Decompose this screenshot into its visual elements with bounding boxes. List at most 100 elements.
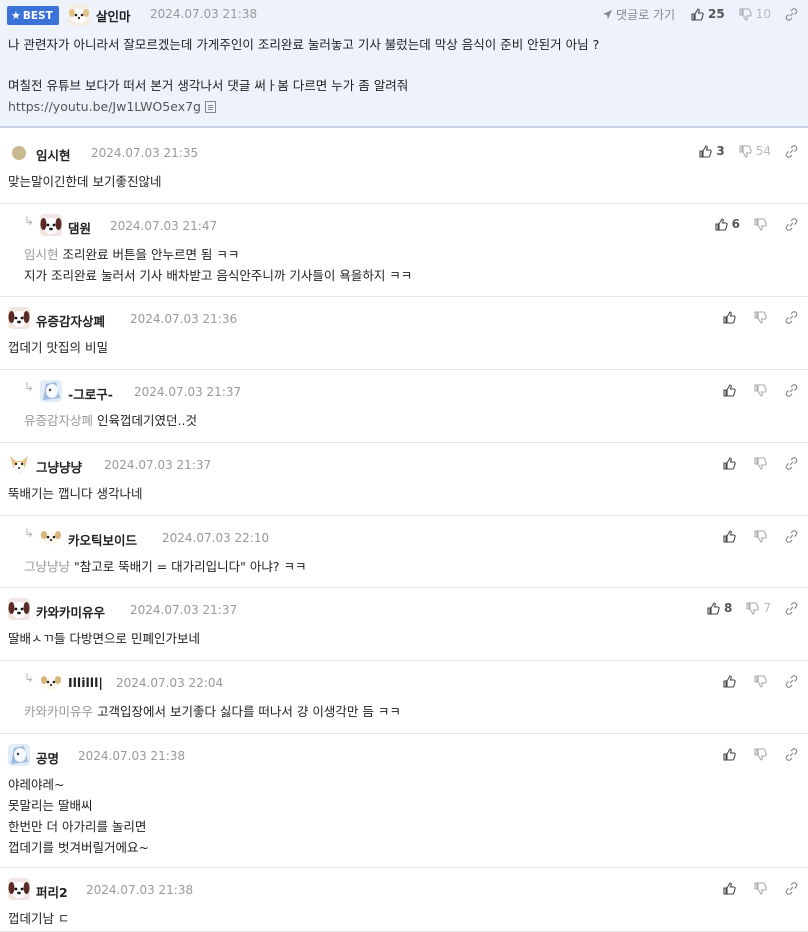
youtube-link[interactable]: https://youtu.be/Jw1LWO5ex7g: [8, 99, 201, 114]
mention-nick[interactable]: 임시현: [24, 247, 59, 262]
upvote-button[interactable]: [723, 747, 740, 761]
thumbs-down-icon: [754, 881, 767, 895]
author-nick[interactable]: Illilll|: [68, 675, 103, 690]
comment-body: 임시현 조리완료 버튼을 안누르면 됨 ㅋㅋ 지가 조리완료 눌러서 기사 배차받고…: [24, 247, 413, 283]
author-nick[interactable]: 그냥냥냥: [36, 457, 82, 476]
avatar[interactable]: [40, 671, 62, 693]
comment-body: 껍데기 맛집의 비밀: [8, 340, 108, 355]
thumbs-down-icon: [739, 144, 752, 158]
thumbs-down-icon: [746, 601, 760, 615]
reply-arrow-icon: ↳: [24, 526, 35, 540]
avatar[interactable]: [40, 526, 62, 548]
avatar[interactable]: [40, 380, 62, 402]
upvote-button[interactable]: [723, 456, 740, 470]
author-nick[interactable]: 유증감자상폐: [36, 311, 105, 330]
avatar[interactable]: [68, 4, 90, 26]
avatar[interactable]: [8, 744, 30, 766]
thumbs-down-icon: [739, 7, 752, 21]
comment-time: 2024.07.03 21:36: [130, 312, 238, 326]
downvote-button[interactable]: [754, 881, 771, 895]
comment-body: 껍데기남 ㄷ: [8, 911, 70, 926]
upvote-button[interactable]: 25: [691, 7, 725, 21]
comment-body: 나 관련자가 아니라서 잘모르겠는데 가게주인이 조리완료 눌러놓고 기사 불렀…: [8, 37, 600, 114]
share-link-button[interactable]: [785, 310, 798, 324]
avatar[interactable]: [8, 598, 30, 620]
share-link-button[interactable]: [785, 217, 798, 231]
upvote-button[interactable]: [723, 881, 740, 895]
comment-body: 딸배ㅅㄲ들 다방면으로 민폐인가보네: [8, 631, 200, 646]
reply-comment: ↳ 카오틱보이드 2024.07.03 22:10 그냥냥냥 "참고로 뚝배기 = 대가…: [0, 516, 808, 588]
author-nick[interactable]: 공명: [36, 748, 59, 767]
thumbs-down-icon: [754, 456, 767, 470]
upvote-button[interactable]: [723, 529, 740, 543]
link-icon: [785, 881, 798, 895]
comment-body: 유증감자상폐 인육껍데기였던..것: [24, 413, 197, 428]
downvote-button[interactable]: 54: [739, 144, 771, 158]
link-icon: [785, 529, 798, 543]
upvote-button[interactable]: [723, 383, 740, 397]
comment-body: 야레야레~ 못말리는 딸배씨 한번만 더 아가리를 놀리면 껍데기를 벗겨버릴거에요~: [8, 777, 149, 855]
author-nick[interactable]: 카오틱보이드: [68, 530, 137, 549]
avatar[interactable]: [40, 214, 62, 236]
share-link-button[interactable]: [785, 456, 798, 470]
upvote-button[interactable]: [723, 310, 740, 324]
comment: 퍼리2 2024.07.03 21:38 껍데기남 ㄷ: [0, 868, 808, 932]
downvote-button[interactable]: [754, 310, 771, 324]
goto-comment-link[interactable]: 댓글로 가기: [602, 6, 675, 23]
share-link-button[interactable]: [785, 601, 798, 615]
comment-time: 2024.07.03 21:37: [104, 458, 212, 472]
share-link-button[interactable]: [785, 529, 798, 543]
downvote-button[interactable]: [754, 456, 771, 470]
author-nick[interactable]: 살인마: [96, 6, 131, 25]
reply-arrow-icon: ↳: [24, 671, 35, 685]
author-nick[interactable]: 임시현: [36, 145, 71, 164]
avatar[interactable]: [8, 141, 30, 163]
comment-time: 2024.07.03 21:38: [78, 749, 186, 763]
share-link-button[interactable]: [785, 144, 798, 158]
mention-nick[interactable]: 카와카미유우: [24, 704, 93, 719]
downvote-button[interactable]: 10: [739, 7, 771, 21]
comment-body: 뚝배기는 깹니다 생각나네: [8, 486, 143, 501]
downvote-button[interactable]: [754, 674, 771, 688]
author-nick[interactable]: 댐원: [68, 218, 91, 237]
mention-nick[interactable]: 유증감자상폐: [24, 413, 93, 428]
document-icon[interactable]: [205, 101, 216, 113]
share-link-button[interactable]: [785, 383, 798, 397]
downvote-button[interactable]: [754, 217, 771, 231]
comment-time: 2024.07.03 21:37: [130, 603, 238, 617]
share-link-button[interactable]: [785, 7, 798, 21]
downvote-button[interactable]: 7: [746, 601, 771, 615]
thumbs-down-icon: [754, 529, 767, 543]
thumbs-up-icon: [715, 217, 728, 231]
reply-comment: ↳ Illilll| 2024.07.03 22:04 카와카미유우 고객입장에서 보기…: [0, 661, 808, 734]
upvote-button[interactable]: [723, 674, 740, 688]
downvote-button[interactable]: [754, 529, 771, 543]
mention-nick[interactable]: 그냥냥냥: [24, 559, 70, 574]
comment-body: 그냥냥냥 "참고로 뚝배기 = 대가리입니다" 아냐? ㅋㅋ: [24, 559, 307, 574]
author-nick[interactable]: 카와카미유우: [36, 602, 105, 621]
thumbs-down-icon: [754, 383, 767, 397]
share-link-button[interactable]: [785, 881, 798, 895]
upvote-button[interactable]: 3: [699, 144, 725, 158]
comment-time: 2024.07.03 21:35: [91, 146, 199, 160]
downvote-button[interactable]: [754, 747, 771, 761]
upvote-button[interactable]: 8: [707, 601, 732, 615]
author-nick[interactable]: 퍼리2: [36, 882, 68, 901]
downvote-button[interactable]: [754, 383, 771, 397]
comment-time: 2024.07.03 22:10: [162, 531, 270, 545]
reply-arrow-icon: ↳: [24, 380, 35, 394]
share-link-button[interactable]: [785, 674, 798, 688]
author-nick[interactable]: -그로구-: [68, 384, 113, 403]
upvote-button[interactable]: 6: [715, 217, 740, 231]
reply-arrow-icon: ↳: [24, 214, 35, 228]
comment-body: 카와카미유우 고객입장에서 보기좋다 싫다를 떠나서 걍 이생각만 듬 ㅋㅋ: [24, 704, 401, 719]
avatar[interactable]: [8, 878, 30, 900]
link-icon: [785, 217, 798, 231]
avatar[interactable]: [8, 453, 30, 475]
comment-time: 2024.07.03 21:38: [150, 7, 258, 21]
avatar[interactable]: [8, 307, 30, 329]
comment: 임시현 2024.07.03 21:35 3 54 맞는말이긴한데 보기좋진않네: [0, 131, 808, 204]
thumbs-up-icon: [723, 747, 736, 761]
thumbs-up-icon: [723, 456, 736, 470]
share-link-button[interactable]: [785, 747, 798, 761]
